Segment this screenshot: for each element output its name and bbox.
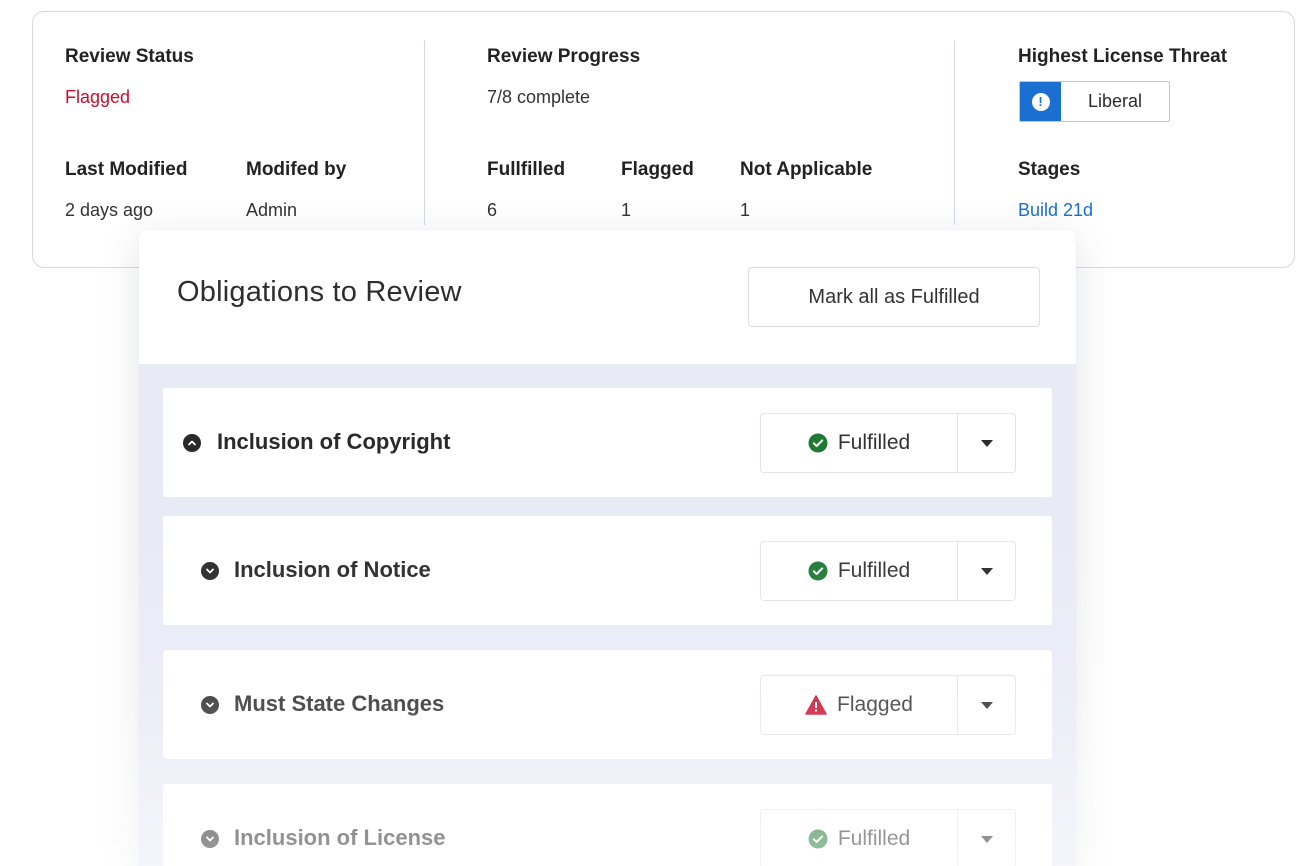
- not-applicable-count-label: Not Applicable: [740, 159, 873, 180]
- column-divider: [954, 40, 955, 225]
- chevron-down-icon[interactable]: [201, 562, 219, 580]
- review-status-label: Review Status: [65, 46, 194, 67]
- check-circle-icon: [808, 433, 828, 453]
- review-progress-value: 7/8 complete: [487, 87, 591, 107]
- obligations-panel: Obligations to Review Mark all as Fulfil…: [139, 230, 1076, 866]
- fulfilled-count-label: Fullfilled: [487, 159, 566, 180]
- modified-by-value: Admin: [246, 200, 298, 220]
- status-value[interactable]: Fulfilled: [761, 414, 958, 472]
- status-dropdown-toggle[interactable]: [958, 542, 1015, 600]
- obligation-name: Inclusion of Copyright: [217, 429, 451, 454]
- obligation-status-select[interactable]: Fulfilled: [760, 413, 1016, 473]
- obligations-panel-header: Obligations to Review Mark all as Fulfil…: [139, 230, 1076, 364]
- status-value[interactable]: Fulfilled: [761, 810, 958, 866]
- column-divider: [424, 40, 425, 225]
- mark-all-fulfilled-button[interactable]: Mark all as Fulfilled: [748, 267, 1040, 327]
- stage-link[interactable]: Build 21d: [1018, 200, 1093, 221]
- review-progress-label: Review Progress: [487, 46, 641, 67]
- chevron-down-icon[interactable]: [201, 830, 219, 848]
- obligation-name: Inclusion of Notice: [234, 557, 431, 582]
- highest-threat-label: Highest License Threat: [1018, 46, 1228, 67]
- check-circle-icon: [808, 829, 828, 849]
- status-dropdown-toggle[interactable]: [958, 414, 1015, 472]
- license-threat-badge: ! Liberal: [1019, 81, 1170, 122]
- status-value[interactable]: Fulfilled: [761, 542, 958, 600]
- flagged-count-label: Flagged: [621, 159, 694, 180]
- caret-down-icon: [980, 835, 993, 843]
- obligation-row: Inclusion of License Fulfilled: [163, 784, 1052, 866]
- status-dropdown-toggle[interactable]: [958, 676, 1015, 734]
- caret-down-icon: [980, 439, 993, 447]
- stages-label: Stages: [1018, 159, 1081, 180]
- fulfilled-count-value: 6: [487, 200, 498, 220]
- flagged-count-value: 1: [621, 200, 632, 220]
- warning-triangle-icon: [805, 695, 827, 715]
- last-modified-value: 2 days ago: [65, 200, 154, 220]
- status-value[interactable]: Flagged: [761, 676, 958, 734]
- obligations-list: Inclusion of Copyright Fulfilled Inclusi…: [139, 364, 1076, 866]
- review-status-value: Flagged: [65, 87, 131, 107]
- status-label: Fulfilled: [837, 559, 911, 582]
- license-threat-value: Liberal: [1087, 91, 1143, 111]
- caret-down-icon: [980, 567, 993, 575]
- chevron-down-icon[interactable]: [201, 696, 219, 714]
- obligation-row: Inclusion of Copyright Fulfilled: [163, 388, 1052, 497]
- obligation-status-select[interactable]: Flagged: [760, 675, 1016, 735]
- obligation-row: Must State Changes Flagged: [163, 650, 1052, 759]
- not-applicable-count-value: 1: [740, 200, 751, 220]
- obligation-status-select[interactable]: Fulfilled: [760, 541, 1016, 601]
- last-modified-label: Last Modified: [65, 159, 188, 180]
- obligation-row: Inclusion of Notice Fulfilled: [163, 516, 1052, 625]
- chevron-up-icon[interactable]: [183, 434, 201, 452]
- status-label: Fulfilled: [837, 431, 911, 454]
- caret-down-icon: [980, 701, 993, 709]
- check-circle-icon: [808, 561, 828, 581]
- panel-title: Obligations to Review: [177, 276, 462, 308]
- obligation-status-select[interactable]: Fulfilled: [760, 809, 1016, 866]
- obligation-name: Must State Changes: [234, 691, 445, 716]
- alert-icon: !: [1020, 82, 1061, 121]
- status-label: Flagged: [837, 693, 913, 716]
- status-label: Fulfilled: [837, 827, 911, 850]
- obligation-name: Inclusion of License: [234, 825, 446, 850]
- modified-by-label: Modifed by: [246, 159, 347, 180]
- status-dropdown-toggle[interactable]: [958, 810, 1015, 866]
